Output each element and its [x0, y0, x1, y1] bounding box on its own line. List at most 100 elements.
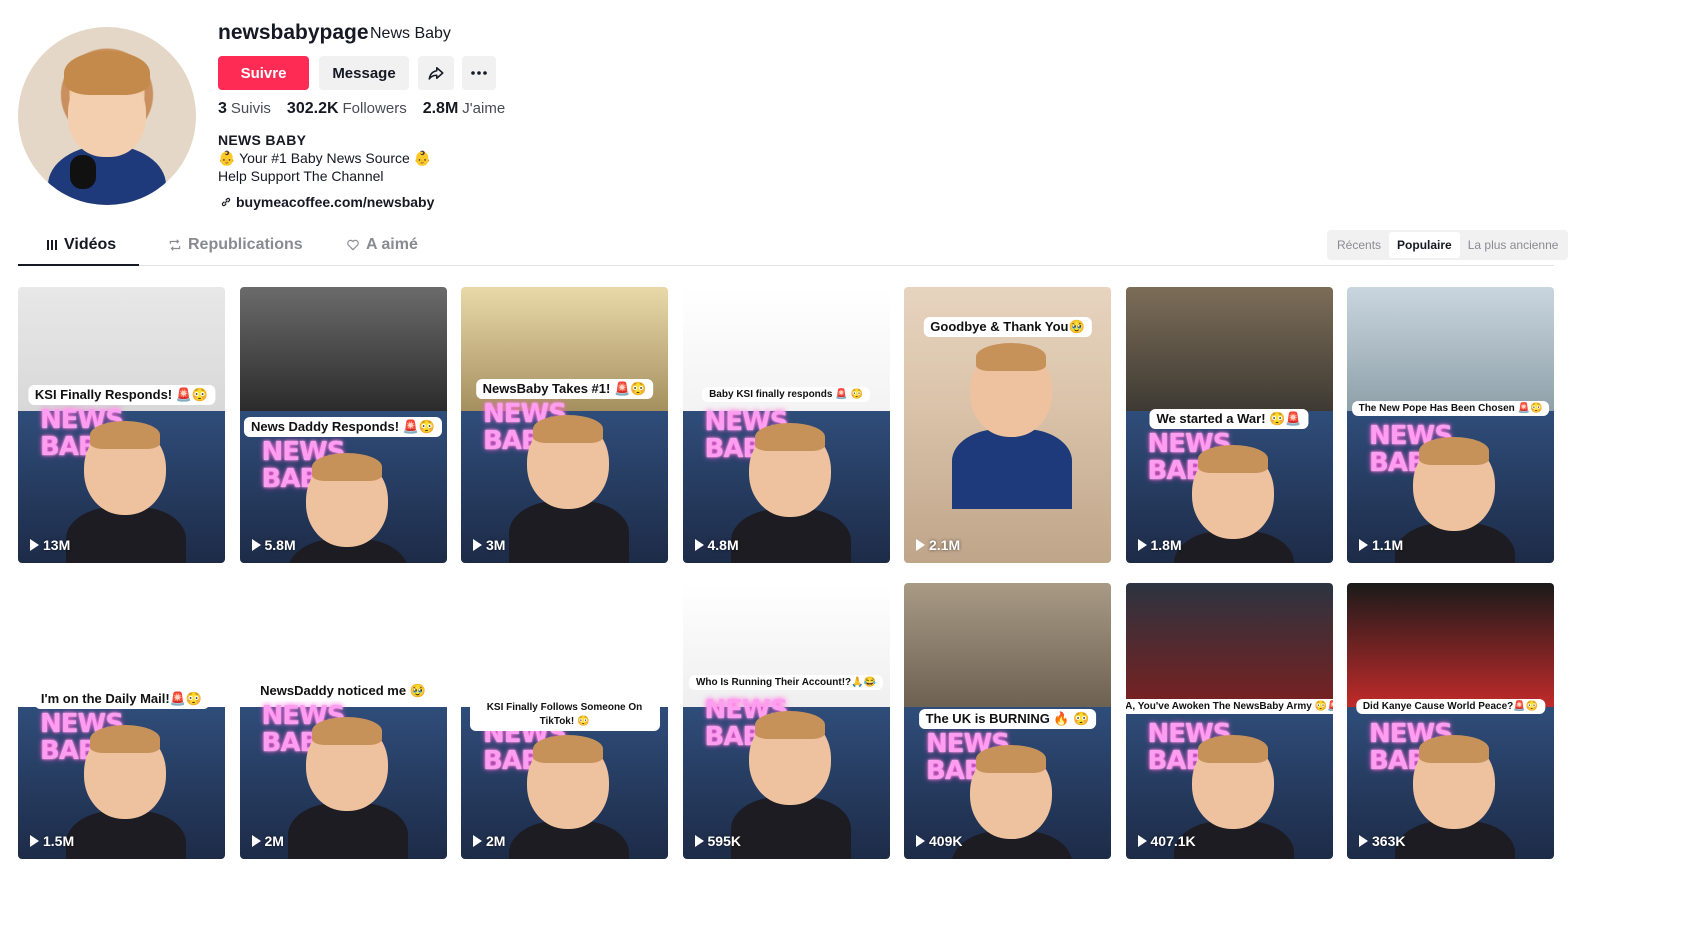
view-count-text: 1.1M — [1372, 537, 1404, 553]
video-card[interactable]: NEWS BABY Who Is Running Their Account!?🙏… — [682, 583, 890, 859]
video-caption: NewsBaby Takes #1! 🚨😳 — [475, 379, 654, 399]
video-view-count: 409K — [916, 833, 962, 849]
video-thumbnail-top — [1125, 583, 1333, 708]
play-icon — [916, 539, 925, 551]
video-thumbnail-top — [1125, 287, 1333, 412]
view-count-text: 595K — [707, 833, 741, 849]
avatar-hair — [64, 51, 150, 95]
video-card[interactable]: NEWS BABY KSI Finally Follows Someone On … — [461, 583, 668, 859]
sort-oldest[interactable]: La plus ancienne — [1460, 232, 1567, 258]
video-grid: NEWS BABY KSI Finally Responds! 🚨😳 13M NEWS… — [18, 287, 1554, 859]
stat-label: J'aime — [462, 100, 506, 117]
link-icon — [221, 197, 231, 207]
bio-line: 👶 Your #1 Baby News Source 👶 — [218, 150, 432, 166]
play-icon — [694, 539, 704, 551]
profile-bio: NEWS BABY 👶 Your #1 Baby News Source 👶 H… — [218, 131, 431, 185]
profile-avatar — [18, 27, 196, 205]
baby-figure — [1395, 735, 1515, 859]
profile-link-text: buymeacoffee.com/newsbaby — [236, 194, 435, 210]
play-icon — [251, 539, 261, 551]
video-caption: Goodbye & Thank You🥹 — [923, 317, 1092, 337]
video-thumbnail-top — [1347, 583, 1554, 708]
video-caption: Baby KSI finally responds 🚨 😳 — [702, 387, 870, 402]
video-card[interactable]: NEWS BABY We started a War! 😳🚨 1.8M — [1125, 287, 1333, 563]
repost-icon — [169, 239, 181, 251]
video-view-count: 13M — [30, 537, 70, 553]
video-card[interactable]: NEWS BABY News Daddy Responds! 🚨😳 5.8M — [239, 287, 447, 563]
video-caption: We started a War! 😳🚨 — [1149, 409, 1309, 429]
bio-line: Help Support The Channel — [218, 168, 384, 184]
message-button[interactable]: Message — [319, 56, 409, 90]
video-thumbnail-top — [461, 583, 668, 708]
view-count-text: 5.8M — [264, 537, 296, 553]
profile-stats: 3 Suivis 302.2K Followers 2.8M J'aime — [218, 100, 505, 118]
video-view-count: 3M — [473, 537, 505, 553]
tab-videos[interactable]: Vidéos — [46, 236, 116, 254]
play-icon — [1137, 539, 1147, 551]
video-card[interactable]: NEWS BABY Did Kanye Cause World Peace?🚨😳 3… — [1347, 583, 1554, 859]
video-caption: EA, You've Awoken The NewsBaby Army 😳🚨 — [1125, 699, 1333, 714]
video-thumbnail-top — [904, 583, 1111, 708]
video-card[interactable]: NEWS BABY NewsDaddy noticed me 🥹 2M — [239, 583, 447, 859]
video-card[interactable]: NEWS BABY The UK is BURNING 🔥 😳 409K — [904, 583, 1111, 859]
video-caption: NewsDaddy noticed me 🥹 — [253, 681, 433, 701]
tab-label: Republications — [188, 236, 303, 253]
tab-label: Vidéos — [64, 236, 117, 253]
profile-tabs: Vidéos Republications A aimé — [18, 232, 1554, 266]
video-view-count: 1.1M — [1359, 537, 1403, 553]
video-view-count: 595K — [694, 833, 741, 849]
view-count-text: 407.1K — [1150, 833, 1196, 849]
heart-icon — [347, 239, 359, 251]
baby-figure — [1395, 437, 1515, 563]
play-icon — [30, 539, 39, 551]
avatar-microphone — [70, 155, 96, 189]
baby-figure — [1173, 445, 1294, 563]
follow-button[interactable]: Suivre — [218, 56, 309, 90]
video-card[interactable]: NEWS BABY The New Pope Has Been Chosen 🚨😳… — [1347, 287, 1554, 563]
video-caption: Who Is Running Their Account!?🙏😂 — [688, 675, 884, 690]
baby-figure — [509, 735, 629, 859]
view-count-text: 2M — [486, 833, 506, 849]
video-view-count: 363K — [1359, 833, 1405, 849]
profile-nickname: News Baby — [370, 25, 451, 42]
play-icon — [1359, 835, 1368, 847]
video-card[interactable]: NEWS BABY KSI Finally Responds! 🚨😳 13M — [18, 287, 225, 563]
ellipsis-icon — [471, 71, 487, 75]
tab-reposts[interactable]: Republications — [168, 236, 303, 254]
stat-following[interactable]: 3 Suivis — [218, 100, 271, 118]
stat-label: Suivis — [230, 100, 271, 117]
sort-recent[interactable]: Récents — [1329, 232, 1389, 258]
play-icon — [916, 835, 925, 847]
view-count-text: 409K — [929, 833, 963, 849]
bio-name: NEWS BABY — [218, 132, 307, 148]
video-caption: The UK is BURNING 🔥 😳 — [918, 709, 1097, 729]
view-count-text: 1.8M — [1150, 537, 1182, 553]
video-view-count: 4.8M — [694, 537, 739, 553]
video-card[interactable]: NEWS BABY Baby KSI finally responds 🚨 😳 4.… — [682, 287, 890, 563]
view-count-text: 3M — [486, 537, 506, 553]
video-view-count: 2M — [473, 833, 505, 849]
sort-toggle: Récents Populaire La plus ancienne — [1327, 230, 1569, 260]
profile-link[interactable]: buymeacoffee.com/newsbaby — [220, 194, 434, 210]
share-button[interactable] — [418, 56, 454, 90]
play-icon — [1137, 835, 1147, 847]
more-options-button[interactable] — [462, 56, 496, 90]
view-count-text: 2M — [264, 833, 284, 849]
baby-figure — [66, 725, 186, 859]
view-count-text: 363K — [1372, 833, 1406, 849]
stat-value: 3 — [218, 100, 227, 117]
share-icon — [428, 67, 444, 80]
video-card[interactable]: Goodbye & Thank You🥹 2.1M — [904, 287, 1111, 563]
tab-liked[interactable]: A aimé — [346, 236, 418, 254]
video-card[interactable]: NEWS BABY I'm on the Daily Mail!🚨😳 1.5M — [18, 583, 225, 859]
video-caption: KSI Finally Follows Someone On TikTok! 😳 — [469, 699, 660, 731]
video-view-count: 5.8M — [251, 537, 296, 553]
video-card[interactable]: NEWS BABY EA, You've Awoken The NewsBaby … — [1125, 583, 1333, 859]
video-caption: Did Kanye Cause World Peace?🚨😳 — [1355, 699, 1546, 714]
video-card[interactable]: NEWS BABY NewsBaby Takes #1! 🚨😳 3M — [461, 287, 668, 563]
stat-followers[interactable]: 302.2K Followers — [287, 100, 407, 118]
view-count-text: 1.5M — [43, 833, 75, 849]
view-count-text: 2.1M — [929, 537, 961, 553]
sort-popular[interactable]: Populaire — [1389, 232, 1460, 258]
stat-likes: 2.8M J'aime — [423, 100, 505, 118]
